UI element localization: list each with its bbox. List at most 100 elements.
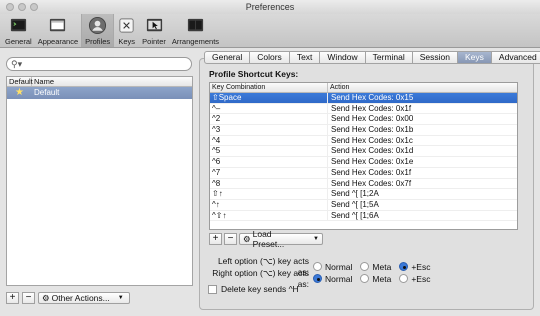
other-actions-label: Other Actions... xyxy=(51,293,110,303)
table-row[interactable]: ^5 Send Hex Codes: 0x1d xyxy=(210,146,517,158)
shortcut-table-header: Key Combination Action xyxy=(210,83,517,93)
delete-key-label: Delete key sends ^H xyxy=(221,284,299,294)
toolbar-profiles-label: Profiles xyxy=(85,37,111,46)
tab-colors[interactable]: Colors xyxy=(250,51,290,64)
column-header-action[interactable]: Action xyxy=(328,83,349,92)
key-action: Send Hex Codes: 0x1f xyxy=(331,167,412,177)
load-preset-label: Load Preset... xyxy=(252,229,285,249)
table-row[interactable]: ^– Send Hex Codes: 0x1f xyxy=(210,103,517,115)
close-window-button[interactable] xyxy=(6,3,14,11)
key-action: Send Hex Codes: 0x1e xyxy=(331,157,414,167)
preferences-toolbar: General Appearance Profiles Keys Pointer… xyxy=(0,14,540,48)
shortcut-keys-table[interactable]: Key Combination Action ⇧Space Send Hex Co… xyxy=(209,82,518,230)
chevron-down-icon: ▼ xyxy=(117,295,124,301)
remove-profile-button[interactable]: − xyxy=(22,292,35,304)
key-action: Send ^[ [1;2A xyxy=(331,189,379,199)
chevron-down-icon: ▼ xyxy=(313,236,319,242)
key-action: Send Hex Codes: 0x1f xyxy=(331,103,412,113)
key-action: Send Hex Codes: 0x1c xyxy=(331,135,413,145)
column-header-name[interactable]: Name xyxy=(32,77,54,86)
other-actions-button[interactable]: ⚙ Other Actions... ▼ xyxy=(38,292,130,304)
gear-icon: ⚙ xyxy=(243,233,251,244)
table-row[interactable]: ^2 Send Hex Codes: 0x00 xyxy=(210,114,517,126)
tab-session[interactable]: Session xyxy=(412,51,459,64)
tab-window[interactable]: Window xyxy=(320,51,366,64)
pointer-icon xyxy=(146,18,162,32)
zoom-window-button[interactable] xyxy=(30,3,38,11)
toolbar-appearance-label: Appearance xyxy=(37,37,79,46)
profile-row[interactable]: ★ Default xyxy=(7,87,192,99)
table-row[interactable]: ^↑ Send ^[ [1;5A xyxy=(210,199,517,211)
window-title: Preferences xyxy=(245,2,295,12)
remove-shortcut-button[interactable]: − xyxy=(224,233,237,245)
toolbar-general-label: General xyxy=(5,37,32,46)
profile-name: Default xyxy=(34,88,60,97)
key-combo: ⇧Space xyxy=(210,93,328,103)
radio-label: Meta xyxy=(372,273,392,284)
key-combo: ^↑ xyxy=(210,199,328,210)
keys-icon xyxy=(119,18,134,33)
toolbar-appearance[interactable]: Appearance xyxy=(35,14,81,47)
radio-button[interactable] xyxy=(360,274,370,283)
key-action: Send ^[ [1;5A xyxy=(331,199,379,209)
toolbar-arrangements-label: Arrangements xyxy=(171,37,220,46)
toolbar-general[interactable]: General xyxy=(2,14,35,47)
radio-label: Normal xyxy=(325,273,353,284)
column-header-key-combination[interactable]: Key Combination xyxy=(210,83,328,92)
search-icon: ⚲▾ xyxy=(11,59,23,69)
toolbar-keys[interactable]: Keys xyxy=(114,14,139,47)
delete-key-checkbox[interactable] xyxy=(208,284,217,294)
profile-search-field[interactable]: ⚲▾ xyxy=(6,57,192,71)
key-combo: ^5 xyxy=(210,146,328,157)
add-shortcut-button[interactable]: + xyxy=(209,233,222,245)
tab-terminal[interactable]: Terminal xyxy=(365,51,413,64)
key-action: Send ^[ [1;6A xyxy=(331,210,379,220)
radio-label: +Esc xyxy=(411,273,431,284)
minimize-window-button[interactable] xyxy=(18,3,26,11)
table-row[interactable]: ⇧Space Send Hex Codes: 0x15 xyxy=(210,93,517,104)
table-row[interactable]: ^6 Send Hex Codes: 0x1e xyxy=(210,157,517,168)
table-row[interactable]: ^⇧↑ Send ^[ [1;6A xyxy=(210,210,517,222)
toolbar-pointer[interactable]: Pointer xyxy=(139,14,169,47)
arrangements-icon xyxy=(187,18,204,32)
delete-key-option[interactable]: Delete key sends ^H xyxy=(208,284,299,294)
key-combo: ^6 xyxy=(210,157,328,167)
section-title: Profile Shortcut Keys: xyxy=(209,69,299,79)
profile-list[interactable]: Default Name ★ Default xyxy=(6,76,193,286)
key-action: Send Hex Codes: 0x1d xyxy=(331,146,414,156)
column-header-default[interactable]: Default xyxy=(7,77,33,86)
key-combo: ^2 xyxy=(210,114,328,125)
title-bar: Preferences xyxy=(0,0,540,14)
key-combo: ^3 xyxy=(210,125,328,135)
profile-tabs: General Colors Text Window Terminal Sess… xyxy=(204,51,540,64)
table-row[interactable]: ^3 Send Hex Codes: 0x1b xyxy=(210,125,517,136)
key-combo: ^4 xyxy=(210,135,328,146)
tab-keys[interactable]: Keys xyxy=(458,51,492,64)
table-row[interactable]: ^4 Send Hex Codes: 0x1c xyxy=(210,135,517,147)
right-option-esc[interactable]: +Esc xyxy=(399,274,430,284)
key-action: Send Hex Codes: 0x7f xyxy=(331,178,412,188)
table-row[interactable]: ^7 Send Hex Codes: 0x1f xyxy=(210,167,517,179)
table-row[interactable]: ^8 Send Hex Codes: 0x7f xyxy=(210,178,517,190)
tab-general[interactable]: General xyxy=(204,51,251,64)
general-icon xyxy=(10,18,26,32)
right-option-normal[interactable]: Normal xyxy=(313,274,352,284)
profile-list-controls: + − ⚙ Other Actions... ▼ xyxy=(6,292,130,304)
toolbar-profiles[interactable]: Profiles xyxy=(81,14,115,47)
add-profile-button[interactable]: + xyxy=(6,292,19,304)
key-combo: ^8 xyxy=(210,178,328,189)
radio-button[interactable] xyxy=(399,274,409,283)
key-combo: ^⇧↑ xyxy=(210,210,328,221)
load-preset-button[interactable]: ⚙ Load Preset... ▼ xyxy=(239,229,323,249)
tab-text[interactable]: Text xyxy=(289,51,321,64)
tab-advanced[interactable]: Advanced xyxy=(491,51,540,64)
key-combo: ^– xyxy=(210,103,328,114)
table-row[interactable]: ⇧↑ Send ^[ [1;2A xyxy=(210,189,517,200)
default-star-icon: ★ xyxy=(15,87,24,98)
profiles-icon xyxy=(89,16,107,35)
toolbar-pointer-label: Pointer xyxy=(142,37,166,46)
radio-button[interactable] xyxy=(313,274,322,283)
toolbar-arrangements[interactable]: Arrangements xyxy=(169,14,222,47)
appearance-icon xyxy=(50,18,66,32)
right-option-meta[interactable]: Meta xyxy=(360,274,391,284)
